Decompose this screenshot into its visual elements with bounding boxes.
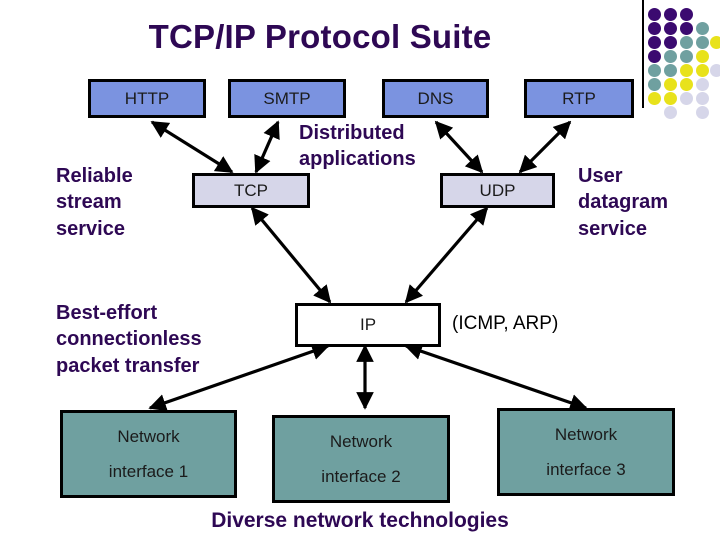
decorative-dot: [648, 22, 661, 35]
protocol-box-tcp-label: TCP: [234, 180, 268, 200]
network-interface-box-2[interactable]: Network interface 2: [272, 415, 450, 503]
annotation-best-effort-line1: Best-effort: [56, 302, 158, 324]
network-interface-box-3-line1: Network: [554, 424, 618, 444]
protocol-box-rtp[interactable]: RTP: [524, 79, 634, 118]
annotation-user-datagram-service-line3: service: [578, 217, 647, 240]
arrow-rtp-udp: [518, 120, 572, 174]
protocol-box-http[interactable]: HTTP: [88, 79, 206, 118]
annotation-distributed-applications: Distributed applications: [299, 120, 449, 173]
network-interface-box-2-line2: interface 2: [321, 467, 401, 486]
decorative-dot: [680, 36, 693, 49]
annotation-best-effort-packet-transfer: Best-effort connectionless packet transf…: [56, 300, 266, 379]
annotation-user-datagram-service-line1: User: [578, 165, 623, 187]
protocol-box-http-label: HTTP: [124, 88, 170, 108]
decorative-dot: [648, 78, 661, 91]
protocol-box-udp[interactable]: UDP: [440, 173, 555, 208]
decorative-dot: [696, 50, 709, 63]
decorative-dot: [648, 64, 661, 77]
protocol-box-dns-label: DNS: [417, 88, 454, 108]
decorative-dot: [664, 64, 677, 77]
decorative-dot: [680, 8, 693, 21]
decorative-dot-grid: [648, 8, 720, 119]
decorative-dot: [664, 50, 677, 63]
annotation-reliable-stream-service-line2: stream: [56, 191, 122, 214]
decorative-dot: [664, 22, 677, 35]
decorative-dot: [680, 22, 693, 35]
annotation-distributed-applications-line2: applications: [299, 148, 416, 171]
annotation-reliable-stream-service: Reliable stream service: [56, 163, 196, 242]
decorative-dot: [680, 78, 693, 91]
annotation-reliable-stream-service-line1: Reliable: [56, 165, 133, 187]
protocol-box-ip[interactable]: IP: [295, 303, 441, 347]
network-interface-box-3-line2: interface 3: [546, 460, 626, 479]
decorative-dot: [664, 92, 677, 105]
decorative-dot: [648, 50, 661, 63]
decorative-dot: [664, 8, 677, 21]
decorative-dot: [696, 22, 709, 35]
protocol-box-ip-label: IP: [359, 315, 377, 335]
decorative-dot: [664, 78, 677, 91]
annotation-user-datagram-service-line2: datagram: [578, 191, 669, 214]
slide-caption: Diverse network technologies: [211, 509, 509, 532]
decorative-dot: [680, 64, 693, 77]
arrow-smtp-tcp: [254, 120, 280, 174]
protocol-box-smtp[interactable]: SMTP: [228, 79, 346, 118]
network-interface-box-1-line1: Network: [117, 426, 180, 446]
decorative-dot: [680, 92, 693, 105]
decorative-dot: [664, 36, 677, 49]
arrow-ip-iface3: [404, 342, 588, 412]
decorative-dot: [680, 50, 693, 63]
network-interface-box-1-line2: interface 1: [108, 462, 189, 481]
protocol-box-smtp-label: SMTP: [263, 88, 311, 108]
network-interface-box-1[interactable]: Network interface 1: [60, 410, 237, 498]
decorative-dot: [696, 64, 709, 77]
annotation-user-datagram-service: User datagram service: [578, 163, 718, 242]
decorative-dot: [710, 36, 720, 49]
annotation-distributed-applications-line1: Distributed: [299, 122, 405, 144]
network-interface-box-3[interactable]: Network interface 3: [497, 408, 675, 496]
decorative-dot: [648, 92, 661, 105]
annotation-best-effort-line3: packet transfer: [56, 354, 200, 377]
annotation-icmp-arp: (ICMP, ARP): [452, 313, 559, 334]
protocol-box-tcp[interactable]: TCP: [192, 173, 310, 208]
page-title: TCP/IP Protocol Suite: [148, 18, 492, 55]
corner-divider: [642, 0, 644, 108]
decorative-dot: [664, 106, 677, 119]
annotation-reliable-stream-service-line3: service: [56, 217, 125, 240]
annotation-best-effort-line2: connectionless: [56, 328, 202, 351]
protocol-box-udp-label: UDP: [479, 180, 516, 200]
slide-canvas: TCP/IP Protocol Suite HTTP SMTP DNS RTP …: [0, 0, 720, 540]
decorative-dot: [696, 106, 709, 119]
decorative-dot: [648, 36, 661, 49]
decorative-dot: [696, 36, 709, 49]
decorative-dot: [696, 92, 709, 105]
protocol-box-rtp-label: RTP: [562, 88, 596, 108]
decorative-dot: [696, 78, 709, 91]
decorative-dot: [648, 8, 661, 21]
protocol-box-dns[interactable]: DNS: [382, 79, 489, 118]
decorative-dot: [710, 64, 720, 77]
arrow-tcp-ip: [250, 206, 332, 304]
arrow-udp-ip: [404, 206, 489, 304]
network-interface-box-2-line1: Network: [329, 431, 393, 451]
